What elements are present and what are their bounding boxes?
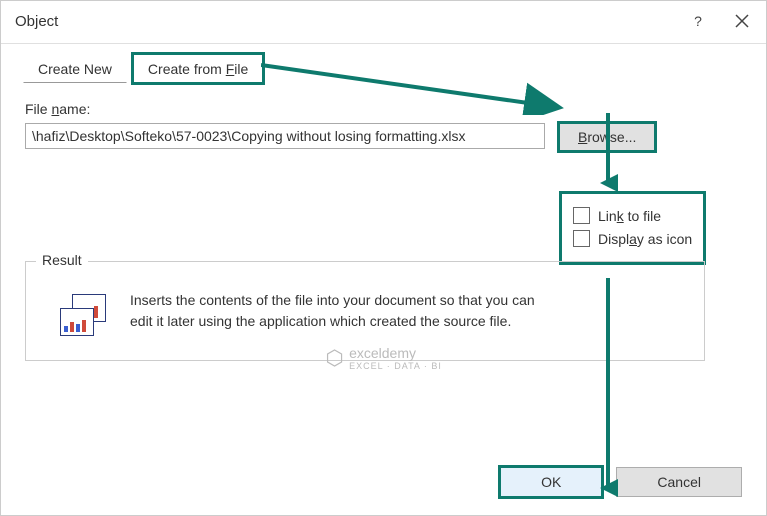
object-dialog: Object ? Create New Create from File Fil… — [0, 0, 767, 516]
titlebar: Object ? — [1, 1, 766, 43]
watermark: exceldemy EXCEL · DATA · BI — [325, 345, 442, 371]
display-as-icon-checkbox[interactable] — [573, 230, 590, 247]
result-description: Inserts the contents of the file into yo… — [130, 290, 550, 332]
options-group: Link to file Display as icon — [561, 193, 704, 263]
hexagon-icon — [325, 349, 343, 367]
tab-label: Create from File — [148, 61, 248, 77]
titlebar-separator — [1, 43, 766, 44]
result-legend: Result — [36, 252, 88, 268]
link-to-file-checkbox[interactable] — [573, 207, 590, 224]
display-as-icon-row: Display as icon — [573, 230, 692, 247]
dialog-title: Object — [15, 13, 58, 30]
dialog-buttons: OK Cancel — [1, 451, 766, 515]
browse-button[interactable]: Browse... — [559, 123, 655, 151]
titlebar-controls: ? — [686, 9, 754, 33]
tab-label: Create New — [38, 61, 112, 77]
close-icon — [735, 14, 749, 28]
display-as-icon-label[interactable]: Display as icon — [598, 231, 692, 247]
cancel-button[interactable]: Cancel — [616, 467, 742, 497]
document-chart-icon — [60, 294, 112, 336]
help-button[interactable]: ? — [686, 9, 710, 33]
tab-create-new[interactable]: Create New — [23, 54, 127, 83]
tab-create-from-file[interactable]: Create from File — [133, 54, 263, 83]
file-name-label: File name: — [25, 101, 742, 117]
file-row: Browse... — [25, 123, 742, 151]
watermark-brand: exceldemy — [349, 345, 442, 361]
ok-button[interactable]: OK — [500, 467, 602, 497]
tab-strip: Create New Create from File — [1, 54, 766, 83]
link-to-file-label[interactable]: Link to file — [598, 208, 661, 224]
watermark-tagline: EXCEL · DATA · BI — [349, 361, 442, 371]
result-inner: Inserts the contents of the file into yo… — [42, 280, 688, 336]
dialog-content: File name: Browse... Link to file Displa… — [1, 83, 766, 451]
link-to-file-row: Link to file — [573, 207, 692, 224]
close-button[interactable] — [730, 9, 754, 33]
file-name-input[interactable] — [25, 123, 545, 149]
